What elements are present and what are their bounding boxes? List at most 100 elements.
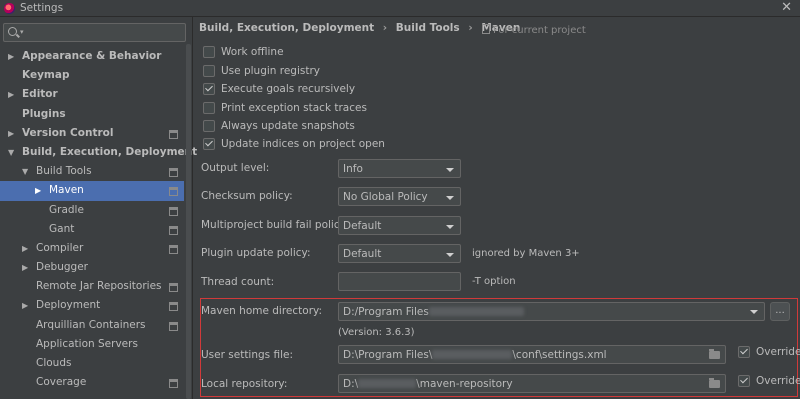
- settings-tree: ▶ Appearance & Behavior Keymap ▶ Editor Plugi…: [0, 47, 197, 392]
- tree-item-label: Build Tools: [36, 165, 92, 178]
- plugin-update-policy-value: Default: [343, 248, 382, 260]
- maven-version-label: (Version: 3.6.3): [338, 327, 415, 338]
- local-repository-value-prefix: D:\: [343, 378, 359, 390]
- close-icon[interactable]: ✕: [781, 0, 792, 15]
- tree-item-maven[interactable]: ▶ Maven: [0, 181, 184, 201]
- project-scope-icon: [169, 206, 178, 216]
- plugin-update-policy-select[interactable]: Default: [338, 244, 461, 263]
- user-settings-value-prefix: D:\Program Files\: [343, 349, 433, 361]
- output-level-select[interactable]: Info: [338, 159, 461, 178]
- checkbox-use-plugin-registry[interactable]: Use plugin registry: [203, 63, 320, 79]
- collapsed-arrow-icon[interactable]: ▶: [22, 239, 28, 258]
- collapsed-arrow-icon[interactable]: ▶: [8, 85, 14, 104]
- tree-item-editor[interactable]: ▶ Editor: [0, 85, 184, 104]
- tree-item-coverage[interactable]: Coverage: [0, 373, 184, 392]
- tree-item-clouds[interactable]: Clouds: [0, 354, 184, 373]
- checkbox-label: Print exception stack traces: [221, 102, 367, 114]
- tree-item-label: Editor: [22, 88, 58, 101]
- search-input[interactable]: ▾: [3, 23, 186, 42]
- tree-item-label: Compiler: [36, 241, 84, 254]
- title-bar: Settings ✕: [0, 0, 800, 17]
- chevron-down-icon: [446, 196, 454, 200]
- multiproject-fail-policy-value: Default: [343, 220, 382, 232]
- checkbox-print-exception-stack-traces[interactable]: Print exception stack traces: [203, 100, 367, 116]
- tree-item-debugger[interactable]: ▶ Debugger: [0, 258, 184, 277]
- thread-count-label: Thread count:: [201, 276, 275, 288]
- checkbox-box[interactable]: [203, 120, 215, 132]
- tree-item-appearance-behavior[interactable]: ▶ Appearance & Behavior: [0, 47, 184, 66]
- collapsed-arrow-icon[interactable]: ▶: [22, 258, 28, 277]
- checkbox-box[interactable]: [203, 83, 215, 95]
- tree-item-keymap[interactable]: Keymap: [0, 66, 184, 85]
- checkbox-work-offline[interactable]: Work offline: [203, 44, 284, 60]
- expanded-arrow-icon[interactable]: ▼: [22, 162, 28, 181]
- search-history-icon[interactable]: ▾: [20, 28, 24, 36]
- checkbox-box[interactable]: [203, 65, 215, 77]
- checkbox-update-indices[interactable]: Update indices on project open: [203, 136, 385, 152]
- project-scope-icon: [169, 187, 178, 197]
- checkbox-label: Always update snapshots: [221, 120, 355, 132]
- checkbox-always-update-snapshots[interactable]: Always update snapshots: [203, 118, 355, 134]
- tree-item-label: Application Servers: [36, 337, 138, 350]
- redacted-text: [428, 307, 524, 316]
- checksum-policy-select[interactable]: No Global Policy: [338, 187, 461, 206]
- window-title: Settings: [20, 2, 64, 14]
- thread-count-input[interactable]: [338, 272, 461, 291]
- redacted-text: [358, 379, 417, 388]
- collapsed-arrow-icon[interactable]: ▶: [8, 124, 14, 143]
- tree-item-label: Debugger: [36, 261, 88, 274]
- maven-settings-panel: Build, Execution, Deployment › Build Too…: [193, 17, 800, 399]
- user-settings-input[interactable]: D:\Program Files\ \conf\settings.xml: [338, 345, 726, 364]
- checkbox-label: Work offline: [221, 46, 284, 58]
- chevron-down-icon: [446, 168, 454, 172]
- override-local-repository[interactable]: Override: [738, 375, 800, 387]
- multiproject-fail-policy-label: Multiproject build fail policy:: [201, 219, 349, 231]
- breadcrumb-item-build-tools: Build Tools: [395, 22, 460, 34]
- tree-scrollbar[interactable]: [186, 44, 191, 399]
- tree-item-version-control[interactable]: ▶ Version Control: [0, 124, 184, 143]
- tree-item-compiler[interactable]: ▶ Compiler: [0, 239, 184, 258]
- chevron-down-icon: [446, 253, 454, 257]
- tree-item-gradle[interactable]: Gradle: [0, 201, 184, 220]
- override-user-settings[interactable]: Override: [738, 346, 800, 358]
- tree-item-label: Deployment: [36, 299, 101, 312]
- tree-item-build-tools[interactable]: ▼ Build Tools: [0, 162, 184, 181]
- collapsed-arrow-icon[interactable]: ▶: [8, 47, 14, 66]
- checkbox-box[interactable]: [738, 375, 750, 387]
- folder-icon[interactable]: [709, 349, 720, 359]
- tree-item-label: Plugins: [22, 107, 66, 120]
- checkbox-box[interactable]: [738, 346, 750, 358]
- project-scope-icon: [169, 302, 178, 312]
- checkbox-label: Update indices on project open: [221, 138, 385, 150]
- folder-icon[interactable]: [709, 378, 720, 388]
- tree-item-remote-jar-repositories[interactable]: Remote Jar Repositories: [0, 277, 184, 296]
- tree-item-application-servers[interactable]: Application Servers: [0, 335, 184, 354]
- multiproject-fail-policy-select[interactable]: Default: [338, 216, 461, 235]
- expanded-arrow-icon[interactable]: ▼: [8, 143, 14, 162]
- browse-maven-home-button[interactable]: ...: [770, 302, 790, 321]
- tree-item-label: Gradle: [49, 203, 84, 216]
- project-scope-icon: [169, 129, 178, 139]
- chevron-down-icon: [750, 310, 758, 314]
- tree-item-arquillian-containers[interactable]: Arquillian Containers: [0, 316, 184, 335]
- user-settings-value-suffix: \conf\settings.xml: [512, 349, 607, 361]
- tree-item-build-execution-deployment[interactable]: ▼ Build, Execution, Deployment: [0, 143, 197, 162]
- checkbox-box[interactable]: [203, 102, 215, 114]
- chevron-down-icon: [446, 225, 454, 229]
- settings-tree-panel: ▾ ▶ Appearance & Behavior Keymap ▶ Editor Plu…: [0, 17, 197, 399]
- maven-home-select[interactable]: D:/Program Files: [338, 302, 765, 321]
- tree-item-label: Version Control: [22, 126, 114, 139]
- tree-item-plugins[interactable]: Plugins: [0, 105, 184, 124]
- local-repository-input[interactable]: D:\ \maven-repository: [338, 374, 726, 393]
- project-scope-icon: [169, 321, 178, 331]
- collapsed-arrow-icon[interactable]: ▶: [22, 296, 28, 315]
- maven-home-value: D:/Program Files: [343, 306, 429, 318]
- tree-item-gant[interactable]: Gant: [0, 220, 184, 239]
- tree-item-deployment[interactable]: ▶ Deployment: [0, 296, 184, 315]
- checkbox-box[interactable]: [203, 46, 215, 58]
- collapsed-arrow-icon[interactable]: ▶: [35, 181, 41, 200]
- checkbox-execute-goals-recursively[interactable]: Execute goals recursively: [203, 81, 355, 97]
- tree-item-label: Clouds: [36, 357, 72, 369]
- checkbox-box[interactable]: [203, 138, 215, 150]
- tree-item-label: Gant: [49, 222, 75, 235]
